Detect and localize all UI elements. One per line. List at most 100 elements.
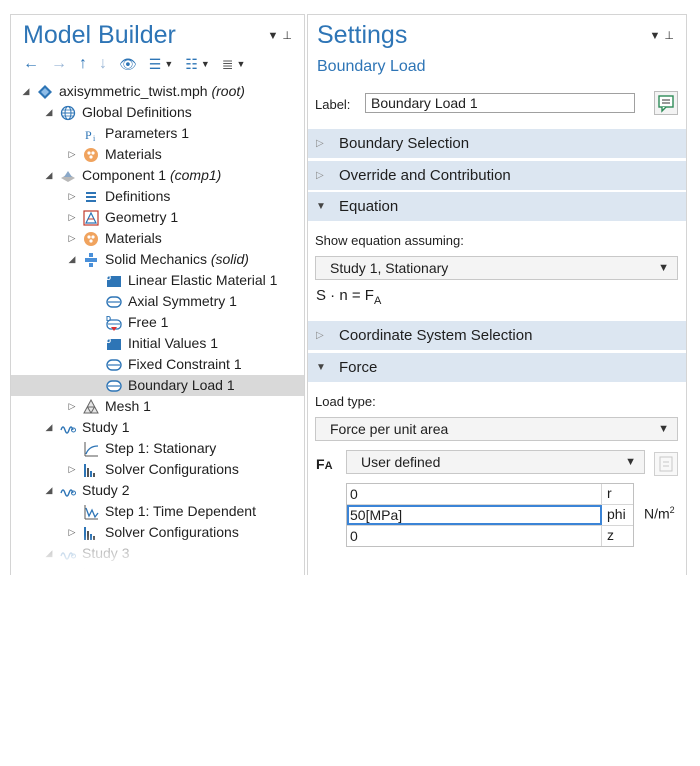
expand-arrow-icon: ▷: [316, 330, 324, 341]
tree-node[interactable]: ◢ Study 1: [11, 417, 304, 438]
section-equation[interactable]: ▼ Equation: [308, 192, 686, 221]
tree-node[interactable]: Boundary Load 1: [11, 375, 304, 396]
tree-node[interactable]: ▷ Materials: [11, 144, 304, 165]
collapse-expand-button[interactable]: ☰ ▼: [149, 56, 173, 73]
tree-node-label: Solid Mechanics (solid): [105, 251, 249, 267]
domain-feature-icon: D: [106, 336, 122, 351]
force-definition-select[interactable]: User defined ▼: [346, 450, 645, 474]
settings-panel: Settings ▼⊥ Boundary Load Label: ▷ Bound…: [307, 14, 687, 575]
definitions-icon: [83, 189, 99, 204]
section-coordinate-system[interactable]: ▷ Coordinate System Selection: [308, 321, 686, 350]
force-vector-table: r phi z: [346, 483, 634, 547]
tree-node[interactable]: Step 1: Stationary: [11, 438, 304, 459]
tree-node[interactable]: ◢ Solid Mechanics (solid): [11, 249, 304, 270]
tree-node[interactable]: ◢ Global Definitions: [11, 102, 304, 123]
move-up-icon[interactable]: ↑: [79, 55, 87, 73]
collapse-arrow-icon[interactable]: ◢: [21, 81, 31, 102]
collapse-arrow-icon[interactable]: ◢: [67, 249, 77, 270]
svg-text:D: D: [106, 316, 111, 323]
collapse-arrow-icon[interactable]: ◢: [44, 480, 54, 501]
tree-node[interactable]: D Linear Elastic Material 1: [11, 270, 304, 291]
force-phi-input[interactable]: [347, 505, 602, 525]
tree-node-label: Step 1: Time Dependent: [105, 503, 256, 519]
tree-node[interactable]: ▷ Solver Configurations: [11, 459, 304, 480]
tree-node-label: Solver Configurations: [105, 524, 239, 540]
expand-arrow-icon[interactable]: ▷: [67, 207, 77, 228]
comment-button[interactable]: [654, 91, 678, 115]
tree-node[interactable]: ▷ Definitions: [11, 186, 304, 207]
panel-menu-icon[interactable]: ▼: [650, 30, 665, 42]
model-tree: ◢ axisymmetric_twist.mph (root) ◢ Global De…: [11, 81, 304, 575]
tree-node-label: Mesh 1: [105, 398, 151, 414]
collapse-arrow-icon[interactable]: ◢: [44, 543, 54, 564]
tree-node[interactable]: ◢ Study 3: [11, 543, 304, 564]
vector-row: phi: [347, 505, 633, 526]
tree-node-label: Study 3: [82, 545, 130, 561]
boundary-feature-icon: [106, 378, 122, 393]
pin-icon[interactable]: ⊥: [282, 30, 296, 42]
force-r-input[interactable]: [347, 484, 602, 504]
materials-icon: [83, 147, 99, 162]
model-diamond-icon: [37, 84, 53, 99]
tree-node[interactable]: D Free 1: [11, 312, 304, 333]
collapse-arrow-icon[interactable]: ◢: [44, 165, 54, 186]
component-label: z: [607, 527, 614, 543]
tree-node[interactable]: ◢ Component 1 (comp1): [11, 165, 304, 186]
expand-arrow-icon[interactable]: ▷: [67, 186, 77, 207]
expand-arrow-icon[interactable]: ▷: [67, 396, 77, 417]
show-equation-select[interactable]: Study 1, Stationary ▼: [315, 256, 678, 280]
label-input[interactable]: [365, 93, 635, 113]
force-z-input[interactable]: [347, 526, 602, 546]
tree-node-label: Study 1: [82, 419, 130, 435]
load-type-label: Load type:: [315, 394, 376, 409]
svg-text:D: D: [106, 275, 111, 282]
section-override-contribution[interactable]: ▷ Override and Contribution: [308, 161, 686, 190]
panel-menu-icon[interactable]: ▼: [268, 30, 283, 42]
chevron-down-icon: ▼: [236, 59, 246, 69]
pin-icon[interactable]: ⊥: [664, 30, 678, 42]
svg-text:i: i: [93, 134, 96, 142]
back-arrow-icon[interactable]: ←: [23, 55, 39, 73]
load-type-select[interactable]: Force per unit area ▼: [315, 417, 678, 441]
tree-node[interactable]: Fixed Constraint 1: [11, 354, 304, 375]
expression-button[interactable]: [654, 452, 678, 476]
section-force[interactable]: ▼ Force: [308, 353, 686, 382]
section-boundary-selection[interactable]: ▷ Boundary Selection: [308, 129, 686, 158]
expand-arrow-icon[interactable]: ▷: [67, 522, 77, 543]
tree-node-label: Fixed Constraint 1: [128, 356, 242, 372]
tree-node[interactable]: Step 1: Frequency Domain: [11, 564, 304, 575]
mesh-icon: [83, 398, 99, 414]
tree-node-label: Free 1: [128, 314, 169, 330]
tree-node[interactable]: ▷ Solver Configurations: [11, 522, 304, 543]
expand-arrow-icon[interactable]: ▷: [67, 144, 77, 165]
settings-subtitle: Boundary Load: [317, 58, 426, 75]
tree-node[interactable]: D Initial Values 1: [11, 333, 304, 354]
tree-node[interactable]: ▷ Mesh 1: [11, 396, 304, 417]
equation-text: S · n = FA: [316, 287, 382, 307]
expand-arrow-icon: ▷: [316, 170, 324, 181]
settings-title: Settings: [317, 21, 408, 49]
collapse-arrow-icon[interactable]: ◢: [44, 102, 54, 123]
sort-icon: ☷: [185, 55, 198, 72]
domain-feature-icon: D: [106, 273, 122, 288]
tree-node[interactable]: ▷ Materials: [11, 228, 304, 249]
sort-button[interactable]: ☷ ▼: [185, 56, 209, 73]
component-icon: [60, 168, 76, 183]
tree-node[interactable]: Pi Parameters 1: [11, 123, 304, 144]
tree-node[interactable]: ▷ Geometry 1: [11, 207, 304, 228]
study-icon: [60, 420, 76, 435]
forward-arrow-icon[interactable]: →: [51, 55, 67, 73]
collapse-arrow-icon[interactable]: ◢: [44, 417, 54, 438]
show-icon[interactable]: 👁: [119, 56, 137, 73]
expand-arrow-icon[interactable]: ▷: [67, 459, 77, 480]
tree-node[interactable]: Step 1: Time Dependent: [11, 501, 304, 522]
tree-node[interactable]: Axial Symmetry 1: [11, 291, 304, 312]
study-icon: [60, 546, 76, 561]
move-down-icon[interactable]: ↓: [99, 55, 107, 73]
expand-arrow-icon[interactable]: ▷: [67, 228, 77, 249]
tree-node[interactable]: ◢ Study 2: [11, 480, 304, 501]
comment-icon: [658, 95, 674, 113]
tree-node[interactable]: ◢ axisymmetric_twist.mph (root): [11, 81, 304, 102]
model-builder-title: Model Builder: [23, 21, 176, 49]
view-options-button[interactable]: ≣ ▼: [222, 56, 246, 73]
